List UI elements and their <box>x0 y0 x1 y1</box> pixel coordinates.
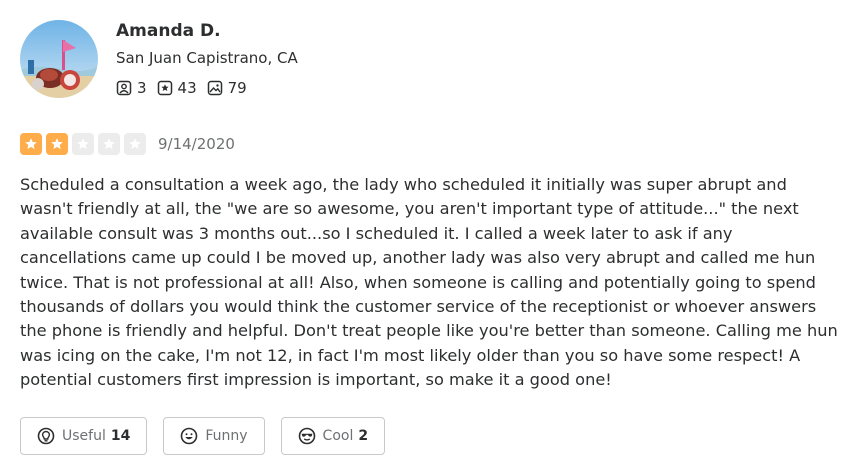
star-empty-icon <box>98 133 120 155</box>
funny-face-icon <box>181 427 198 445</box>
photos-icon <box>207 80 222 96</box>
review-text: Scheduled a consultation a week ago, the… <box>20 175 838 390</box>
rating-row: 9/14/2020 <box>20 133 235 155</box>
star-rating <box>20 133 150 155</box>
funny-label: Funny <box>205 428 248 444</box>
photos-count: 79 <box>227 79 247 97</box>
star-empty-icon <box>124 133 146 155</box>
cool-label: Cool <box>322 428 354 444</box>
reviews-count: 43 <box>177 79 197 97</box>
cool-sunglasses-icon <box>298 427 315 445</box>
user-stats: 3 43 79 <box>116 79 257 97</box>
review-date: 9/14/2020 <box>158 135 235 153</box>
reaction-buttons: Useful 14 Funny Cool 2 <box>20 417 401 455</box>
friends-icon <box>116 80 132 96</box>
star-empty-icon <box>72 133 94 155</box>
cool-count: 2 <box>358 428 369 444</box>
useful-button[interactable]: Useful 14 <box>20 417 148 455</box>
star-filled-icon <box>20 133 42 155</box>
useful-label: Useful <box>62 428 106 444</box>
cool-button[interactable]: Cool 2 <box>280 417 386 455</box>
friends-count: 3 <box>137 79 147 97</box>
review-card: Amanda D. San Juan Capistrano, CA 3 43 7… <box>0 0 852 468</box>
friends-stat: 3 <box>116 79 147 97</box>
user-location: San Juan Capistrano, CA <box>116 49 298 67</box>
user-avatar[interactable] <box>20 20 98 98</box>
useful-count: 14 <box>110 428 131 444</box>
user-name[interactable]: Amanda D. <box>116 21 221 41</box>
useful-lightbulb-icon <box>37 427 55 445</box>
reviews-stat: 43 <box>157 79 197 97</box>
photos-stat: 79 <box>207 79 247 97</box>
star-filled-icon <box>46 133 68 155</box>
reviews-star-icon <box>157 80 172 96</box>
funny-button[interactable]: Funny <box>163 417 265 455</box>
